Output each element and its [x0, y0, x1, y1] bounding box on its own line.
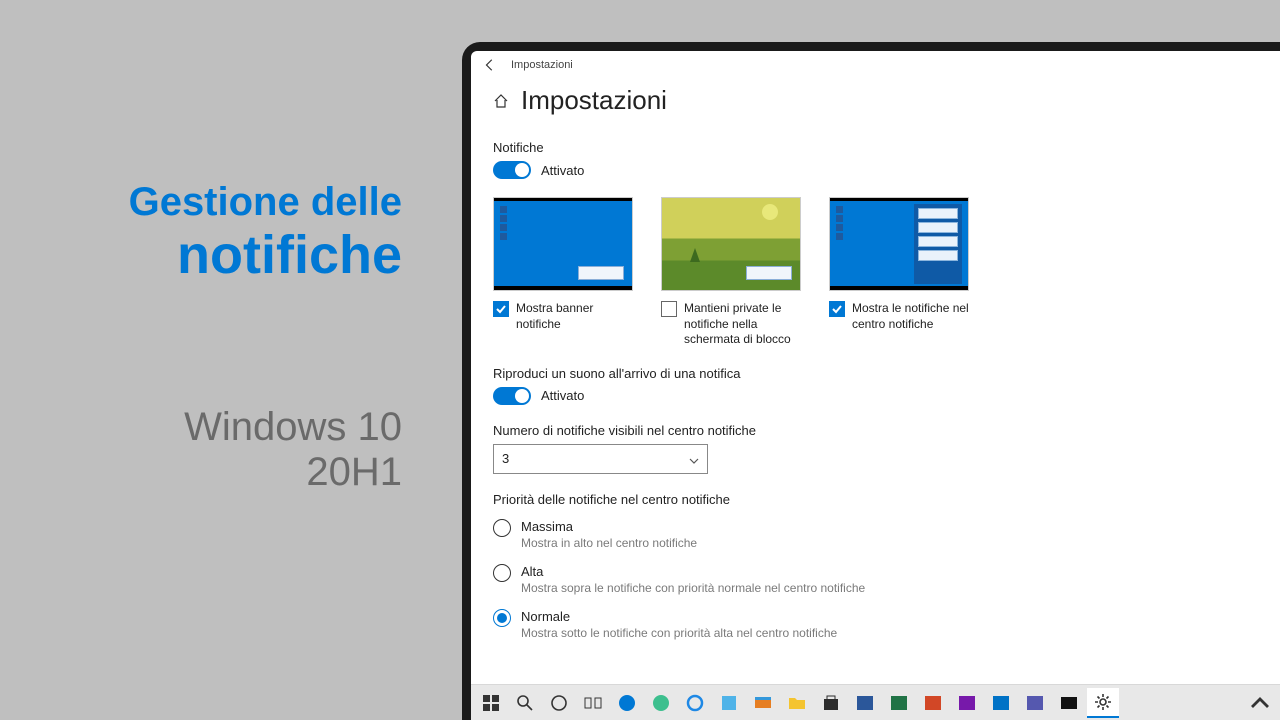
toggle-switch-icon	[493, 387, 531, 405]
priority-normal-label: Normale	[521, 609, 837, 624]
taskbar-settings[interactable]	[1087, 688, 1119, 718]
excel-icon	[889, 693, 909, 713]
promo-line2: notifiche	[72, 226, 402, 285]
notifications-toggle[interactable]: Attivato	[493, 161, 584, 179]
chevron-up-icon	[1250, 693, 1270, 713]
taskbar-start[interactable]	[475, 688, 507, 718]
edge-dev-icon	[651, 693, 671, 713]
priority-high[interactable]: Alta Mostra sopra le notifiche con prior…	[493, 564, 1280, 595]
movies-icon	[753, 693, 773, 713]
taskbar-search[interactable]	[509, 688, 541, 718]
priority-high-label: Alta	[521, 564, 865, 579]
back-icon[interactable]	[483, 58, 497, 72]
sound-toggle-state: Attivato	[541, 388, 584, 403]
onenote-icon	[957, 693, 977, 713]
tray-chevron[interactable]	[1244, 688, 1276, 718]
taskbar-terminal[interactable]	[1053, 688, 1085, 718]
taskbar-onenote[interactable]	[951, 688, 983, 718]
option-action-center: Mostra le notifiche nel centro notifiche	[829, 197, 969, 348]
gear-icon	[1093, 692, 1113, 712]
promo-sub1: Windows 10	[72, 405, 402, 450]
promo-text: Gestione delle notifiche Windows 10 20H1	[72, 180, 402, 495]
radio-icon	[493, 519, 511, 537]
priority-normal-desc: Mostra sotto le notifiche con priorità a…	[521, 626, 837, 640]
powerpoint-icon	[923, 693, 943, 713]
windows-icon	[481, 693, 501, 713]
home-icon[interactable]	[493, 93, 509, 109]
preview-action-center[interactable]	[829, 197, 969, 291]
checkbox-action-center[interactable]: Mostra le notifiche nel centro notifiche	[829, 301, 969, 332]
taskbar-excel[interactable]	[883, 688, 915, 718]
promo-line1: Gestione delle	[72, 180, 402, 224]
taskbar-dev[interactable]	[713, 688, 745, 718]
notification-previews: Mostra banner notifiche Mantieni private…	[493, 197, 1280, 348]
dev-icon	[719, 693, 739, 713]
visible-count-label: Numero di notifiche visibili nel centro …	[493, 423, 1280, 438]
promo-sub2: 20H1	[72, 450, 402, 495]
preview-lockscreen[interactable]	[661, 197, 801, 291]
taskbar-edge[interactable]	[611, 688, 643, 718]
option-lockscreen: Mantieni private le notifiche nella sche…	[661, 197, 801, 348]
radio-icon	[493, 564, 511, 582]
taskbar-explorer[interactable]	[781, 688, 813, 718]
cortana-icon	[549, 693, 569, 713]
taskbar-word[interactable]	[849, 688, 881, 718]
outlook-icon	[991, 693, 1011, 713]
visible-count-dropdown[interactable]: 3	[493, 444, 708, 474]
page-title: Impostazioni	[521, 85, 667, 116]
edge-icon	[617, 693, 637, 713]
checkbox-lockscreen[interactable]: Mantieni private le notifiche nella sche…	[661, 301, 801, 348]
priority-max-desc: Mostra in alto nel centro notifiche	[521, 536, 697, 550]
priority-normal[interactable]: Normale Mostra sotto le notifiche con pr…	[493, 609, 1280, 640]
taskbar-outlook[interactable]	[985, 688, 1017, 718]
taskbar-task-view[interactable]	[577, 688, 609, 718]
chevron-down-icon	[689, 454, 699, 464]
taskbar-powerpoint[interactable]	[917, 688, 949, 718]
teams-icon	[1025, 693, 1045, 713]
task-view-icon	[583, 693, 603, 713]
sound-label: Riproduci un suono all'arrivo di una not…	[493, 366, 1280, 381]
taskbar-store[interactable]	[815, 688, 847, 718]
ie-icon	[685, 693, 705, 713]
toggle-switch-icon	[493, 161, 531, 179]
device-frame: Impostazioni Impostazioni Notifiche Atti…	[462, 42, 1280, 720]
titlebar: Impostazioni	[471, 51, 1280, 79]
taskbar-teams[interactable]	[1019, 688, 1051, 718]
word-icon	[855, 693, 875, 713]
settings-content: Impostazioni Notifiche Attivato Mostra b…	[471, 79, 1280, 684]
option-action-center-label: Mostra le notifiche nel centro notifiche	[852, 301, 969, 332]
taskbar-cortana[interactable]	[543, 688, 575, 718]
store-icon	[821, 693, 841, 713]
checkbox-banner[interactable]: Mostra banner notifiche	[493, 301, 633, 332]
taskbar-ie[interactable]	[679, 688, 711, 718]
screen: Impostazioni Impostazioni Notifiche Atti…	[471, 51, 1280, 720]
system-tray[interactable]	[1244, 688, 1276, 718]
taskbar-edge-dev[interactable]	[645, 688, 677, 718]
option-banner: Mostra banner notifiche	[493, 197, 633, 348]
notifications-label: Notifiche	[493, 140, 1280, 155]
taskbar-movies[interactable]	[747, 688, 779, 718]
priority-max-label: Massima	[521, 519, 697, 534]
notifications-toggle-state: Attivato	[541, 163, 584, 178]
breadcrumb: Impostazioni	[511, 59, 573, 71]
visible-count-value: 3	[502, 451, 509, 466]
priority-max[interactable]: Massima Mostra in alto nel centro notifi…	[493, 519, 1280, 550]
terminal-icon	[1059, 693, 1079, 713]
folder-icon	[787, 693, 807, 713]
preview-banner[interactable]	[493, 197, 633, 291]
priority-label: Priorità delle notifiche nel centro noti…	[493, 492, 1280, 507]
priority-high-desc: Mostra sopra le notifiche con priorità n…	[521, 581, 865, 595]
radio-icon	[493, 609, 511, 627]
page-header: Impostazioni	[493, 85, 1280, 116]
taskbar	[471, 684, 1280, 720]
priority-radio-group: Massima Mostra in alto nel centro notifi…	[493, 519, 1280, 640]
sound-toggle[interactable]: Attivato	[493, 387, 584, 405]
search-icon	[515, 693, 535, 713]
option-lockscreen-label: Mantieni private le notifiche nella sche…	[684, 301, 801, 348]
option-banner-label: Mostra banner notifiche	[516, 301, 633, 332]
